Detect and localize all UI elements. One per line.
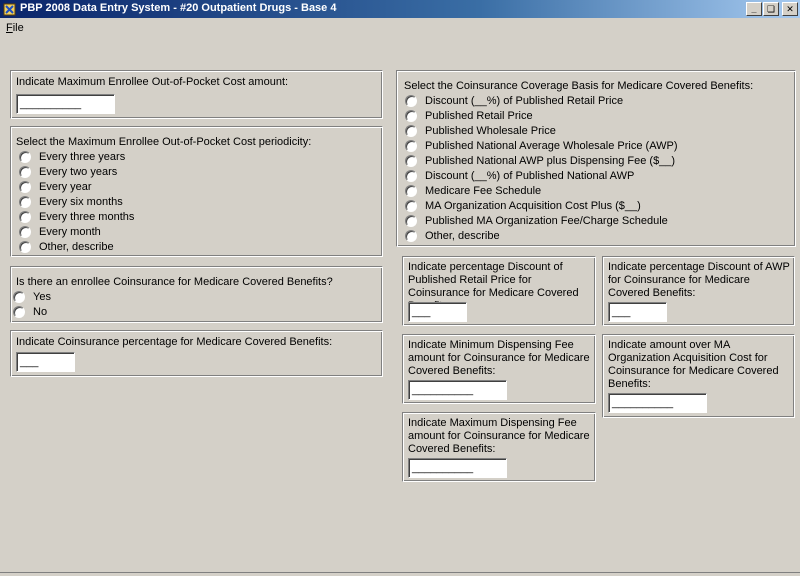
max-oop-amount-input[interactable]: __________: [16, 94, 115, 114]
max-dispensing-fee-group: Indicate Maximum Dispensing Fee amount f…: [402, 412, 596, 482]
window-title: PBP 2008 Data Entry System - #20 Outpati…: [20, 2, 337, 14]
title-bar: PBP 2008 Data Entry System - #20 Outpati…: [0, 0, 800, 18]
coverage-basis-option-label: Discount (__%) of Published Retail Price: [425, 95, 624, 107]
amount-over-acq-cost-label: Indicate amount over MA Organization Acq…: [608, 339, 779, 390]
coverage-basis-radio[interactable]: [405, 185, 417, 197]
coverage-basis-radio[interactable]: [405, 170, 417, 182]
max-oop-period-radio[interactable]: [19, 241, 31, 253]
max-oop-period-option-label: Every year: [39, 181, 92, 193]
status-bar: [0, 572, 800, 576]
max-oop-period-radio[interactable]: [19, 166, 31, 178]
pct-discount-retail-input[interactable]: ___: [408, 302, 467, 322]
coverage-basis-option-label: Published Retail Price: [425, 110, 533, 122]
coinsurance-pct-label: Indicate Coinsurance percentage for Medi…: [16, 336, 333, 348]
coverage-basis-option-label: Published National AWP plus Dispensing F…: [425, 155, 676, 167]
pct-discount-awp-label: Indicate percentage Discount of AWP for …: [608, 261, 790, 299]
coverage-basis-radio[interactable]: [405, 155, 417, 167]
min-dispensing-fee-label: Indicate Minimum Dispensing Fee amount f…: [408, 339, 590, 377]
coinsurance-pct-input[interactable]: ___: [16, 352, 75, 372]
pct-discount-awp-input[interactable]: ___: [608, 302, 667, 322]
coinsurance-question-group: Is there an enrollee Coinsurance for Med…: [10, 266, 383, 323]
coverage-basis-radio[interactable]: [405, 140, 417, 152]
max-oop-amount-group: Indicate Maximum Enrollee Out-of-Pocket …: [10, 70, 383, 119]
coinsurance-question-option-label: No: [33, 306, 48, 318]
max-oop-period-option-label: Every three years: [39, 151, 126, 163]
app-icon: [3, 3, 16, 16]
min-dispensing-fee-group: Indicate Minimum Dispensing Fee amount f…: [402, 334, 596, 404]
max-oop-period-option-label: Other, describe: [39, 241, 114, 253]
min-dispensing-fee-input[interactable]: __________: [408, 380, 507, 400]
coinsurance-question-radio[interactable]: [13, 306, 25, 318]
max-oop-period-radio[interactable]: [19, 181, 31, 193]
max-dispensing-fee-input[interactable]: __________: [408, 458, 507, 478]
coverage-basis-option-label: MA Organization Acquisition Cost Plus ($…: [425, 200, 641, 212]
menu-bar: File: [0, 19, 800, 37]
coinsurance-question-option-label: Yes: [33, 291, 51, 303]
minimize-button[interactable]: _: [746, 2, 762, 16]
coverage-basis-label: Select the Coinsurance Coverage Basis fo…: [404, 80, 754, 92]
max-oop-period-group: Select the Maximum Enrollee Out-of-Pocke…: [10, 126, 383, 257]
max-oop-period-radio[interactable]: [19, 226, 31, 238]
coverage-basis-option-label: Published Wholesale Price: [425, 125, 556, 137]
coverage-basis-radio[interactable]: [405, 110, 417, 122]
max-oop-period-radio[interactable]: [19, 151, 31, 163]
close-button[interactable]: ✕: [782, 2, 798, 16]
coverage-basis-radio[interactable]: [405, 125, 417, 137]
max-oop-period-option-label: Every three months: [39, 211, 135, 223]
menu-file-accel: F: [6, 22, 13, 34]
pct-discount-awp-group: Indicate percentage Discount of AWP for …: [602, 256, 795, 326]
max-oop-amount-label: Indicate Maximum Enrollee Out-of-Pocket …: [16, 76, 289, 88]
max-oop-period-option-label: Every two years: [39, 166, 118, 178]
coverage-basis-radio[interactable]: [405, 230, 417, 242]
menu-file[interactable]: File: [6, 22, 24, 34]
pct-discount-retail-group: Indicate percentage Discount of Publishe…: [402, 256, 596, 326]
max-oop-period-label: Select the Maximum Enrollee Out-of-Pocke…: [16, 136, 312, 148]
max-oop-period-radio[interactable]: [19, 196, 31, 208]
coverage-basis-radio[interactable]: [405, 200, 417, 212]
coverage-basis-option-label: Published MA Organization Fee/Charge Sch…: [425, 215, 668, 227]
coverage-basis-radio[interactable]: [405, 95, 417, 107]
max-oop-period-radio[interactable]: [19, 211, 31, 223]
coinsurance-question-radio[interactable]: [13, 291, 25, 303]
max-oop-period-option-label: Every six months: [39, 196, 123, 208]
maximize-button[interactable]: ❏: [763, 2, 779, 16]
coverage-basis-group: Select the Coinsurance Coverage Basis fo…: [396, 70, 796, 247]
max-dispensing-fee-label: Indicate Maximum Dispensing Fee amount f…: [408, 417, 590, 455]
coverage-basis-option-label: Medicare Fee Schedule: [425, 185, 542, 197]
coverage-basis-option-label: Other, describe: [425, 230, 500, 242]
coverage-basis-option-label: Discount (__%) of Published National AWP: [425, 170, 635, 182]
coverage-basis-radio[interactable]: [405, 215, 417, 227]
coinsurance-question-label: Is there an enrollee Coinsurance for Med…: [16, 276, 333, 288]
amount-over-acq-cost-input[interactable]: __________: [608, 393, 707, 413]
max-oop-period-option-label: Every month: [39, 226, 101, 238]
coverage-basis-option-label: Published National Average Wholesale Pri…: [425, 140, 678, 152]
coinsurance-pct-group: Indicate Coinsurance percentage for Medi…: [10, 330, 383, 377]
menu-file-rest: ile: [12, 22, 24, 34]
amount-over-acq-cost-group: Indicate amount over MA Organization Acq…: [602, 334, 795, 418]
